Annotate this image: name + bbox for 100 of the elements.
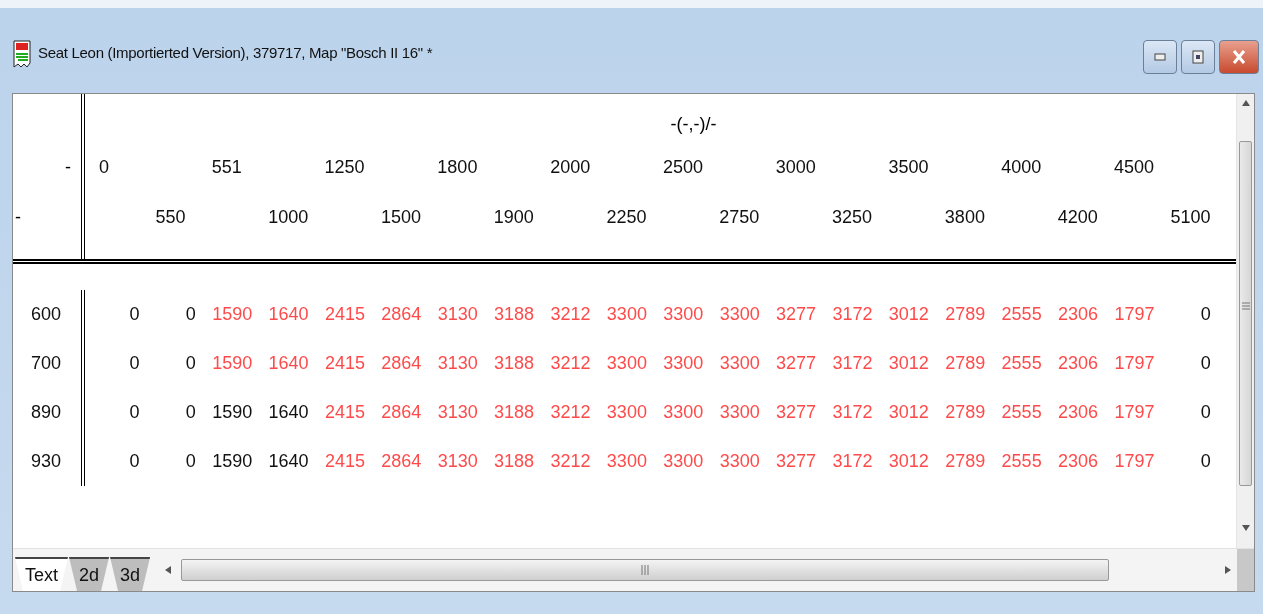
table-cell-text: 0 [128, 304, 141, 325]
row-header: 890 [29, 401, 62, 424]
table-cell-text: 3300 [605, 353, 648, 374]
table-cell-text: 2789 [944, 353, 987, 374]
table-cell-text: 2789 [944, 304, 987, 325]
column-header: 1500 [379, 206, 422, 228]
minimize-button[interactable] [1143, 40, 1177, 74]
table-cell-text: 3300 [605, 451, 648, 472]
view-tab[interactable]: 2d [69, 557, 110, 591]
table-cell-text: 3212 [549, 402, 592, 423]
table-cell-text: 2864 [380, 304, 423, 325]
table-cell-text: 3130 [436, 304, 479, 325]
table-cell-text: 3188 [493, 451, 536, 472]
column-header: 3000 [774, 156, 817, 178]
table-cell-text: 3300 [718, 304, 761, 325]
column-header: 5100 [1169, 206, 1212, 228]
table-cell-text: 1590 [211, 304, 254, 325]
grip-icon [1241, 302, 1250, 310]
column-header: 3250 [831, 206, 874, 228]
table-cell-text: 3300 [605, 304, 648, 325]
table-cell-text: 3012 [887, 304, 930, 325]
table-cell-text: 3212 [549, 451, 592, 472]
table-cell-text: 1590 [211, 451, 254, 472]
window-title: Seat Leon (Importierted Version), 379717, Map "Bosch II 16" * [38, 44, 433, 61]
view-tab[interactable]: Text [15, 557, 68, 591]
table-cell-text: 3277 [775, 353, 818, 374]
table-cell-text: 2306 [1057, 451, 1100, 472]
table-cell-text: 1590 [211, 402, 254, 423]
table-cell-text: 3212 [549, 353, 592, 374]
table-cell-text: 0 [1199, 402, 1212, 423]
column-header: 551 [210, 156, 243, 178]
table-cell-text: 0 [1199, 451, 1212, 472]
column-header: 1250 [323, 156, 366, 178]
table-cell-text: 3172 [831, 353, 874, 374]
table-cell-text: 2789 [944, 402, 987, 423]
table-cell-text: 2864 [380, 353, 423, 374]
table-cell-text: 2306 [1057, 353, 1100, 374]
scrollbar-thumb[interactable] [181, 559, 1110, 581]
table-cell-text: 0 [128, 353, 141, 374]
column-header: 4500 [1113, 156, 1156, 178]
table-cell-text: 3300 [662, 451, 705, 472]
scroll-right-icon[interactable] [1223, 565, 1233, 575]
table-cell-text: 1797 [1113, 304, 1156, 325]
table-cell-text: 0 [184, 353, 197, 374]
column-header: 4000 [1000, 156, 1043, 178]
table-cell-text: 2415 [323, 304, 366, 325]
table-cell-text: 3012 [887, 402, 930, 423]
column-header: 1900 [492, 206, 535, 228]
table-cell-text: 3188 [493, 304, 536, 325]
column-header: 1800 [436, 156, 479, 178]
table-cell-text: 0 [128, 402, 141, 423]
table-cell-text: 0 [184, 451, 197, 472]
table-cell-text: 3130 [436, 451, 479, 472]
column-header: 1000 [267, 206, 310, 228]
table-cell-text: 0 [184, 402, 197, 423]
table-cell-text: 3130 [436, 353, 479, 374]
maximize-button[interactable] [1181, 40, 1215, 74]
table-cell-text: 2864 [380, 402, 423, 423]
scrollbar-corner [1237, 549, 1254, 591]
table-cell-text: 3300 [718, 353, 761, 374]
axis-title: -(-,-)/- [670, 113, 717, 135]
scroll-left-icon[interactable] [163, 565, 174, 575]
close-button[interactable] [1219, 40, 1259, 74]
column-header: 550 [154, 206, 187, 228]
table-cell-text: 2415 [323, 451, 366, 472]
column-header: 0 [98, 156, 110, 178]
column-header: 4200 [1056, 206, 1099, 228]
row-header: 930 [29, 450, 62, 473]
vertical-scrollbar[interactable] [1236, 94, 1254, 548]
table-cell-text: 3172 [831, 451, 874, 472]
view-tab[interactable]: 3d [110, 557, 151, 591]
table-cell-text: 3277 [775, 402, 818, 423]
table-cell-text: 3130 [436, 402, 479, 423]
table-cell-text: 1640 [267, 353, 310, 374]
table-cell-text: 1640 [267, 304, 310, 325]
axis-label: - [14, 205, 22, 229]
table-cell-text: 3300 [605, 402, 648, 423]
table-cell-text: 2555 [1000, 451, 1043, 472]
table-cell-text: 1797 [1113, 353, 1156, 374]
grip-icon [641, 565, 650, 575]
table-cell-text: 3172 [831, 304, 874, 325]
table-cell-text: 2864 [380, 451, 423, 472]
row-header: 700 [29, 352, 62, 375]
table-cell-text: 3012 [887, 451, 930, 472]
close-icon [1232, 49, 1246, 65]
table-cell-text: 2789 [944, 451, 987, 472]
column-header: 2750 [718, 206, 761, 228]
column-header: 2500 [661, 156, 704, 178]
app-icon [12, 40, 32, 68]
table-cell-text: 3188 [493, 353, 536, 374]
minimize-icon [1154, 53, 1166, 61]
table-cell-text: 3300 [718, 402, 761, 423]
table-cell-text: 2555 [1000, 304, 1043, 325]
table-cell-text: 3300 [718, 451, 761, 472]
table-cell-text: 1590 [211, 353, 254, 374]
table-cell-text: 2555 [1000, 353, 1043, 374]
scroll-down-icon[interactable] [1240, 522, 1251, 533]
table-cell-text: 2415 [323, 353, 366, 374]
table-cell-text: 3012 [887, 353, 930, 374]
table-cell-text: 1640 [267, 402, 310, 423]
